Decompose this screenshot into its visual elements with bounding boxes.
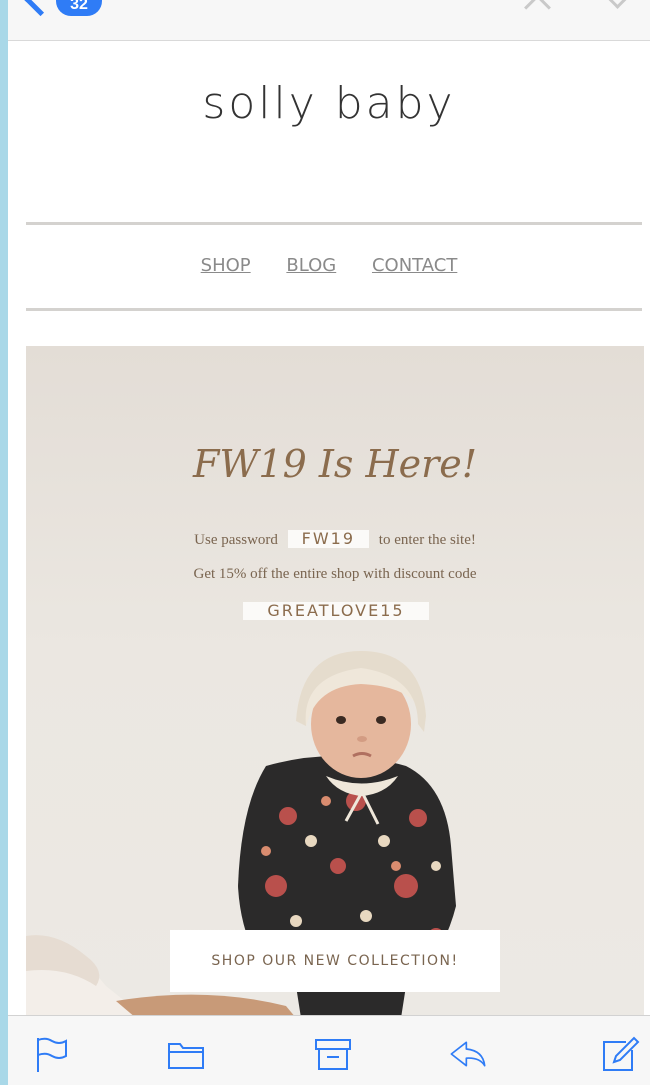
password-code: FW19 <box>287 530 370 548</box>
archive-icon[interactable] <box>313 1034 353 1074</box>
reply-icon[interactable] <box>448 1034 488 1074</box>
bottom-toolbar <box>8 1015 650 1085</box>
email-nav: SHOP BLOG CONTACT <box>8 255 650 276</box>
password-suffix: to enter the site! <box>378 532 476 548</box>
unread-count-badge[interactable]: 32 <box>56 0 102 16</box>
hero-title: FW19 Is Here! <box>193 442 477 486</box>
folder-icon[interactable] <box>166 1034 206 1074</box>
next-message-icon[interactable] <box>604 0 631 9</box>
divider-bottom <box>26 308 642 311</box>
hero-banner[interactable]: FW19 Is Here! Use password FW19 to enter… <box>26 346 644 1018</box>
back-chevron-icon[interactable] <box>22 0 59 17</box>
compose-icon[interactable] <box>600 1034 640 1074</box>
shop-collection-button[interactable]: SHOP OUR NEW COLLECTION! <box>170 930 500 992</box>
nav-link-shop[interactable]: SHOP <box>201 255 251 276</box>
previous-message-icon[interactable] <box>524 0 551 21</box>
mail-screen: 32 solly baby SHOP BLOG CONTACT FW19 Is … <box>8 0 650 1085</box>
divider-top <box>26 222 642 225</box>
flag-icon[interactable] <box>32 1034 72 1074</box>
discount-code: GREATLOVE15 <box>243 602 429 620</box>
nav-link-blog[interactable]: BLOG <box>286 255 336 276</box>
password-line: Use password FW19 to enter the site! <box>26 530 644 549</box>
mail-header-bar: 32 <box>8 0 650 41</box>
nav-link-contact[interactable]: CONTACT <box>372 255 457 276</box>
password-prefix: Use password <box>194 532 278 548</box>
discount-text: Get 15% off the entire shop with discoun… <box>193 566 477 582</box>
brand-logo[interactable]: solly baby <box>8 78 650 129</box>
